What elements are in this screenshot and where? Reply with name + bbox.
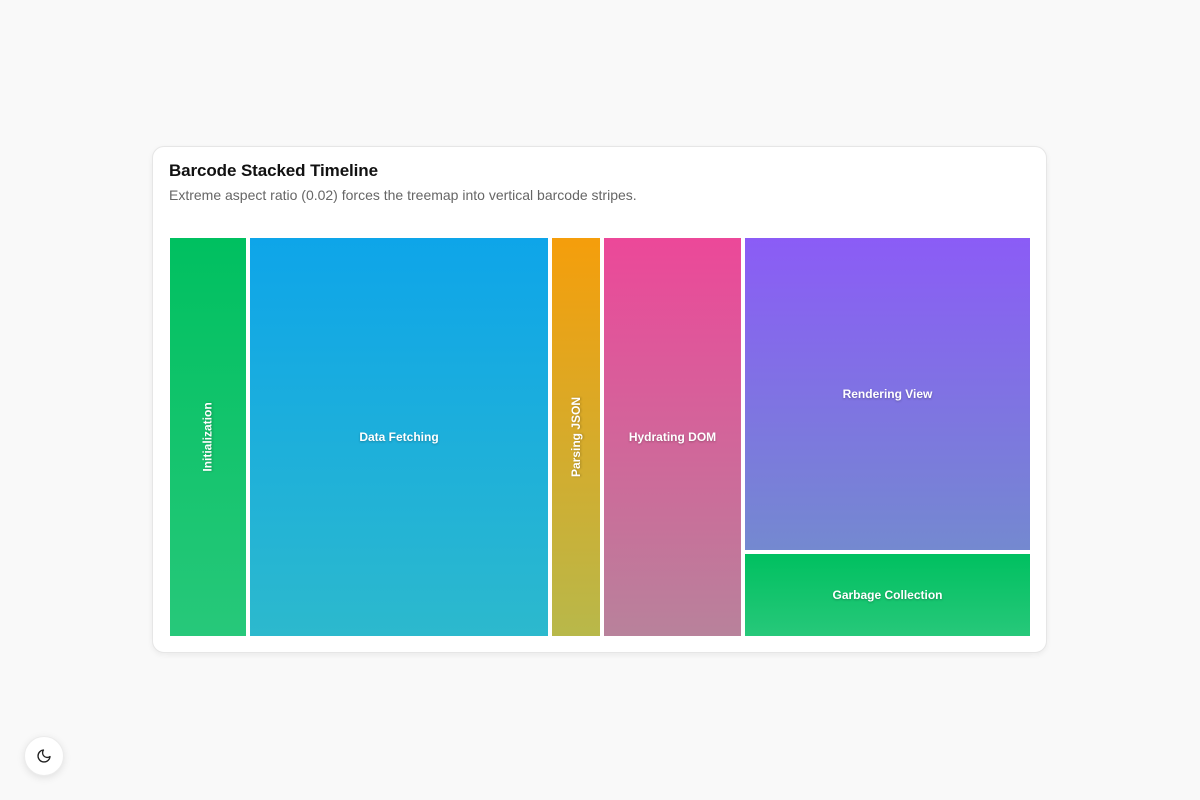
treemap-tile-label: Hydrating DOM <box>628 430 717 444</box>
treemap-tile[interactable]: Initialization <box>169 237 247 637</box>
treemap: Initialization Data Fetching Parsing JSON H… <box>169 237 1031 637</box>
treemap-tile[interactable]: Garbage Collection <box>744 553 1031 637</box>
treemap-tile-label: Garbage Collection <box>832 588 943 602</box>
chart-title: Barcode Stacked Timeline <box>169 161 378 180</box>
chart-subtitle: Extreme aspect ratio (0.02) forces the t… <box>169 187 637 203</box>
treemap-tile-label: Parsing JSON <box>569 396 583 478</box>
treemap-tile[interactable]: Rendering View <box>744 237 1031 551</box>
treemap-tile-label: Initialization <box>201 402 215 472</box>
theme-toggle-button[interactable] <box>24 736 64 776</box>
chart-card: Barcode Stacked Timeline Extreme aspect … <box>152 146 1047 653</box>
moon-icon <box>37 749 51 763</box>
treemap-tile[interactable]: Parsing JSON <box>551 237 601 637</box>
treemap-tile-label: Data Fetching <box>359 430 439 444</box>
treemap-tile-label: Rendering View <box>842 387 933 401</box>
treemap-tile[interactable]: Data Fetching <box>249 237 549 637</box>
treemap-tile[interactable]: Hydrating DOM <box>603 237 742 637</box>
